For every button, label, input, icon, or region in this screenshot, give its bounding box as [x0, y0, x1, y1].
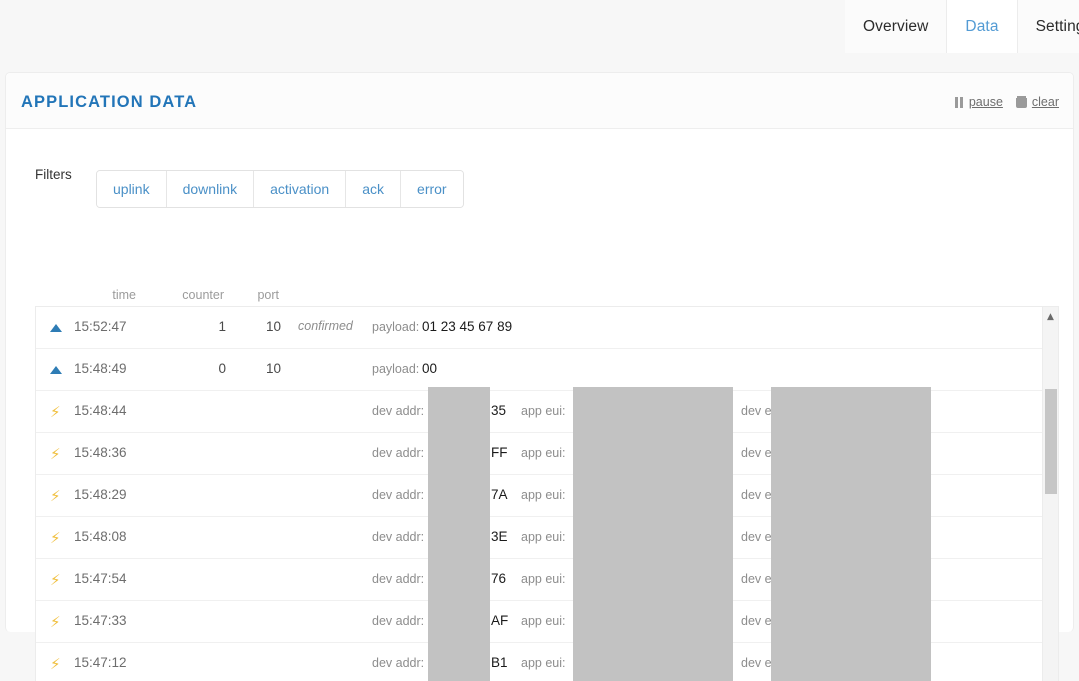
redaction-block-dev-eui [771, 387, 931, 681]
label-dev-addr: dev addr: [372, 614, 425, 628]
filters-label: Filters [35, 167, 72, 182]
filter-error-button[interactable]: error [401, 171, 463, 207]
pause-icon [954, 96, 964, 108]
label-dev-addr: dev addr: [372, 488, 425, 502]
label-dev-addr: dev addr: [372, 530, 425, 544]
label-app-eui: app eui: [521, 572, 566, 586]
label-app-eui: app eui: [521, 488, 566, 502]
filter-button-group: uplink downlink activation ack error [96, 170, 464, 208]
label-app-eui: app eui: [521, 446, 566, 460]
redaction-block-app-eui [573, 387, 733, 681]
filter-ack-label: ack [362, 181, 385, 197]
tab-overview-label: Overview [863, 17, 929, 35]
column-header-port: port [257, 288, 279, 302]
label-dev-addr: dev addr: [372, 656, 425, 670]
scroll-up-arrow-icon[interactable]: ▲ [1043, 310, 1058, 324]
tab-data[interactable]: Data [947, 0, 1018, 53]
label-app-eui: app eui: [521, 404, 566, 418]
redaction-block-dev-addr [428, 387, 490, 681]
filter-uplink-label: uplink [113, 181, 150, 197]
cell-dev-addr: AF [491, 613, 509, 628]
card-header: APPLICATION DATA pause clear [6, 73, 1073, 129]
activation-bolt-icon: ⚡ [50, 403, 61, 421]
cell-time: 15:47:33 [74, 613, 127, 628]
cell-time: 15:48:36 [74, 445, 127, 460]
cell-dev-addr: B1 [491, 655, 508, 670]
table-scrollbar[interactable]: ▲ [1042, 307, 1058, 681]
tab-settings[interactable]: Settings [1017, 0, 1079, 53]
cell-time: 15:52:47 [74, 319, 127, 334]
filters-row: Filters uplink downlink activation ack e… [6, 130, 1073, 208]
filter-ack-button[interactable]: ack [346, 171, 402, 207]
filter-downlink-label: downlink [182, 181, 238, 197]
clear-button[interactable]: clear [1015, 95, 1059, 109]
pause-button[interactable]: pause [954, 95, 1003, 109]
cell-port: 10 [265, 319, 281, 334]
filter-activation-button[interactable]: activation [254, 171, 347, 207]
label-payload: payload: [372, 320, 420, 334]
activation-bolt-icon: ⚡ [50, 529, 61, 547]
cell-time: 15:48:44 [74, 403, 127, 418]
cell-payload: 00 [422, 361, 438, 376]
cell-dev-addr: FF [491, 445, 508, 460]
table-row[interactable]: 15:48:49 0 10 payload: 00 [36, 349, 1058, 391]
table-row[interactable]: 15:52:47 1 10 confirmed payload: 01 23 4… [36, 307, 1058, 349]
cell-port: 10 [265, 361, 281, 376]
cell-time: 15:47:12 [74, 655, 127, 670]
label-app-eui: app eui: [521, 530, 566, 544]
label-app-eui: app eui: [521, 656, 566, 670]
page-title: APPLICATION DATA [21, 93, 198, 111]
scrollbar-thumb[interactable] [1045, 389, 1057, 494]
activation-bolt-icon: ⚡ [50, 655, 61, 673]
cell-counter: 1 [218, 319, 226, 334]
trash-icon [1015, 96, 1027, 108]
cell-dev-addr: 7A [491, 487, 508, 502]
label-payload: payload: [372, 362, 420, 376]
tab-settings-label: Settings [1035, 17, 1079, 35]
label-app-eui: app eui: [521, 614, 566, 628]
cell-time: 15:48:29 [74, 487, 127, 502]
application-data-card: APPLICATION DATA pause clear Filters upl… [5, 72, 1074, 681]
clear-button-label: clear [1031, 95, 1059, 109]
cell-dev-addr: 3E [491, 529, 508, 544]
activation-bolt-icon: ⚡ [50, 571, 61, 589]
top-bar: Overview Data Settings [0, 0, 1079, 56]
activation-bolt-icon: ⚡ [50, 445, 61, 463]
data-table: 15:52:47 1 10 confirmed payload: 01 23 4… [35, 306, 1059, 681]
cell-dev-addr: 35 [491, 403, 507, 418]
activation-bolt-icon: ⚡ [50, 613, 61, 631]
cell-time: 15:48:08 [74, 529, 127, 544]
cell-time: 15:48:49 [74, 361, 127, 376]
activation-bolt-icon: ⚡ [50, 487, 61, 505]
cell-dev-addr: 76 [491, 571, 507, 586]
filter-uplink-button[interactable]: uplink [97, 171, 167, 207]
column-header-time: time [112, 288, 136, 302]
filter-downlink-button[interactable]: downlink [166, 171, 255, 207]
tab-data-label: Data [965, 17, 999, 35]
filter-error-label: error [417, 181, 447, 197]
column-header-counter: counter [182, 288, 224, 302]
main-nav-tabs: Overview Data Settings [845, 0, 1079, 53]
uplink-triangle-icon [50, 320, 66, 336]
cell-confirmed-flag: confirmed [298, 319, 353, 333]
table-column-headers: time counter port [6, 288, 1046, 308]
cell-time: 15:47:54 [74, 571, 127, 586]
label-dev-addr: dev addr: [372, 572, 425, 586]
filter-activation-label: activation [270, 181, 330, 197]
uplink-triangle-icon [50, 362, 66, 378]
pause-button-label: pause [968, 95, 1003, 109]
cell-counter: 0 [218, 361, 226, 376]
label-dev-addr: dev addr: [372, 404, 425, 418]
header-actions: pause clear [954, 95, 1059, 109]
cell-payload: 01 23 45 67 89 [422, 319, 513, 334]
label-dev-addr: dev addr: [372, 446, 425, 460]
tab-overview[interactable]: Overview [845, 0, 948, 53]
